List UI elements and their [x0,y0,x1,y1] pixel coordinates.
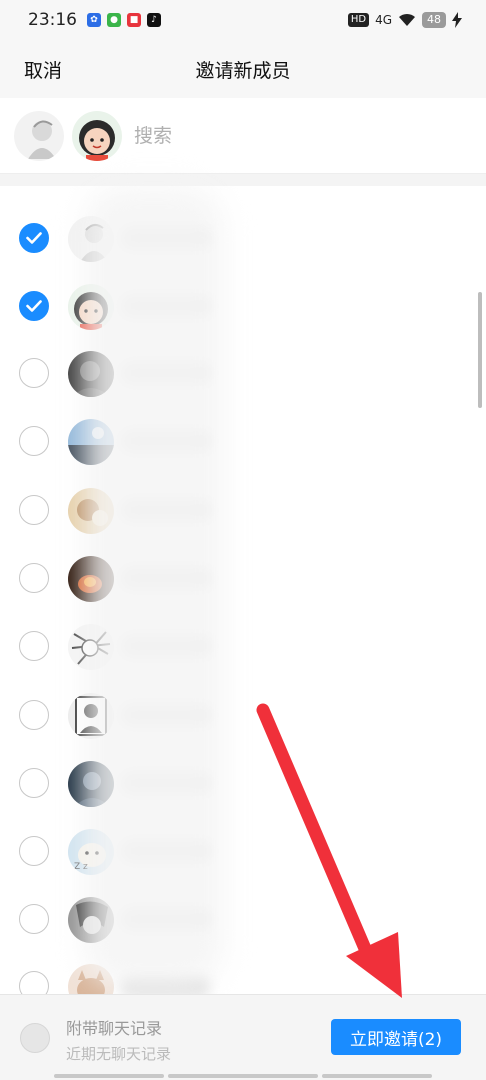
wechat-icon: ● [107,13,121,27]
search-row [0,98,486,174]
contact-row[interactable] [0,272,486,340]
invite-now-button[interactable]: 立即邀请(2) [331,1019,461,1055]
status-time: 23:16 [28,10,77,30]
gesture-bar-right [322,1074,432,1078]
page-title: 邀请新成员 [195,60,291,82]
checkbox-unchecked[interactable] [19,358,49,388]
contact-row[interactable] [0,885,486,953]
checkbox-unchecked[interactable] [19,904,49,934]
douyin-icon: ♪ [147,13,161,27]
contact-list: Z z [0,186,486,994]
contact-row[interactable] [0,681,486,749]
gesture-bar-left [54,1074,164,1078]
nav-header: 取消 邀请新成员 [0,40,486,98]
checkbox-checked[interactable] [19,223,49,253]
checkbox-checked[interactable] [19,291,49,321]
baidu-icon: ✿ [87,13,101,27]
xiaohongshu-icon: ■ [127,13,141,27]
selected-avatar-sketch[interactable] [14,110,64,161]
status-left: 23:16 ✿ ● ■ ♪ [28,10,161,30]
scrollbar[interactable] [478,292,482,408]
checkbox-unchecked[interactable] [19,495,49,525]
checkmark-icon [26,232,42,244]
contact-row[interactable] [0,544,486,612]
checkbox-unchecked[interactable] [19,768,49,798]
name-redaction-blur [84,186,224,986]
contact-row[interactable] [0,476,486,544]
contact-row[interactable] [0,612,486,680]
contact-row[interactable] [0,204,486,272]
charging-icon [452,12,462,28]
hd-badge: HD [347,13,370,27]
section-divider [0,174,486,186]
checkbox-unchecked[interactable] [19,971,49,994]
bottom-bar: 附带聊天记录 近期无聊天记录 立即邀请(2) [0,994,486,1080]
wifi-icon [399,13,415,26]
checkbox-unchecked[interactable] [19,836,49,866]
battery-level: 48 [422,12,446,28]
include-history-label: 附带聊天记录 [66,1019,163,1038]
checkmark-icon [26,300,42,312]
status-bar: 23:16 ✿ ● ■ ♪ HD 4G 48 [0,0,486,40]
contact-row[interactable] [0,952,486,994]
checkbox-unchecked[interactable] [19,700,49,730]
history-status-text: 近期无聊天记录 [66,1045,172,1063]
cancel-button[interactable]: 取消 [24,56,62,83]
checkbox-unchecked[interactable] [19,631,49,661]
network-label: 4G [375,13,392,27]
contact-row[interactable]: Z z [0,817,486,885]
contact-row[interactable] [0,407,486,475]
checkbox-unchecked[interactable] [19,426,49,456]
status-right: HD 4G 48 [347,12,462,28]
include-history-checkbox[interactable] [20,1023,50,1053]
checkbox-unchecked[interactable] [19,563,49,593]
notification-icons: ✿ ● ■ ♪ [87,13,161,27]
selected-avatar-cartoon[interactable] [72,110,122,161]
gesture-bar-center [168,1074,318,1078]
search-input[interactable] [134,124,394,147]
contact-row[interactable] [0,339,486,407]
contact-row[interactable] [0,749,486,817]
